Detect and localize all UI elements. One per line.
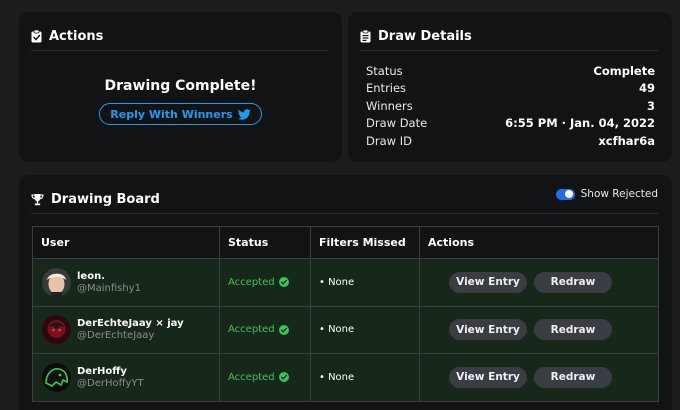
- user-cell: leon. @Mainfishy1: [33, 259, 220, 306]
- actions-card-title: Actions: [49, 29, 104, 44]
- drawing-complete-section: Drawing Complete! Reply With Winners: [19, 78, 342, 125]
- detail-value: 6:55 PM · Jan. 04, 2022: [505, 116, 655, 131]
- reply-with-winners-button[interactable]: Reply With Winners: [99, 103, 262, 125]
- column-header-status: Status: [220, 227, 311, 258]
- view-entry-button[interactable]: View Entry: [449, 319, 527, 341]
- filters-missed-text: • None: [319, 371, 355, 383]
- filters-missed-text: • None: [319, 324, 355, 336]
- redraw-button[interactable]: Redraw: [534, 271, 612, 293]
- detail-label: Entries: [366, 81, 407, 96]
- actions-cell: View Entry Redraw: [420, 354, 658, 401]
- user-handle: @Mainfishy1: [77, 282, 141, 294]
- detail-label: Status: [366, 63, 403, 78]
- filters-missed-text: • None: [319, 276, 355, 288]
- view-entry-button[interactable]: View Entry: [449, 271, 527, 293]
- status-badge: Accepted: [228, 372, 289, 383]
- user-cell: DerEchteJaay × jay @DerEchteJaay: [33, 306, 220, 353]
- entries-table: User Status Filters Missed Actions leon.: [32, 226, 659, 402]
- clipboard-list-icon: [360, 30, 371, 43]
- table-row: DerHoffy @DerHoffyYT Accepted • None Vie…: [33, 354, 658, 402]
- detail-value: Complete: [593, 63, 655, 78]
- table-row: DerEchteJaay × jay @DerEchteJaay Accepte…: [33, 306, 658, 354]
- user-text: DerHoffy @DerHoffyYT: [77, 366, 144, 389]
- detail-row-status: Status Complete: [366, 62, 655, 80]
- check-circle-icon: [278, 277, 289, 288]
- redraw-button[interactable]: Redraw: [534, 319, 612, 341]
- check-circle-icon: [278, 324, 289, 335]
- actions-cell: View Entry Redraw: [420, 259, 658, 306]
- drawing-complete-text: Drawing Complete!: [104, 78, 257, 94]
- filters-cell: • None: [311, 259, 420, 306]
- light-hair-avatar: [42, 267, 71, 297]
- filters-cell: • None: [311, 354, 420, 401]
- draw-details-list: Status Complete Entries 49 Winners 3 Dra…: [366, 62, 655, 150]
- status-cell: Accepted: [220, 354, 311, 401]
- column-header-filters-missed: Filters Missed: [311, 227, 420, 258]
- twitter-bird-icon: [237, 108, 251, 120]
- view-entry-button[interactable]: View Entry: [449, 366, 527, 388]
- status-text: Accepted: [228, 371, 275, 383]
- user-handle: @DerHoffyYT: [77, 377, 144, 389]
- status-text: Accepted: [228, 324, 275, 336]
- table-header-row: User Status Filters Missed Actions: [33, 227, 658, 259]
- draw-details-header: Draw Details: [360, 23, 658, 51]
- draw-details-card: Draw Details Status Complete Entries 49 …: [348, 12, 672, 162]
- table-row: leon. @Mainfishy1 Accepted • None View E…: [33, 259, 658, 307]
- detail-row-draw-date: Draw Date 6:55 PM · Jan. 04, 2022: [366, 115, 655, 133]
- show-rejected-label: Show Rejected: [580, 188, 658, 200]
- status-cell: Accepted: [220, 306, 311, 353]
- status-text: Accepted: [228, 276, 275, 288]
- drawing-board-title: Drawing Board: [51, 192, 160, 207]
- user-text: DerEchteJaay × jay @DerEchteJaay: [77, 318, 184, 341]
- detail-row-draw-id: Draw ID xcfhar6a: [366, 132, 655, 150]
- red-dark-avatar: [42, 315, 71, 345]
- actions-card-header: Actions: [31, 23, 328, 51]
- detail-row-entries: Entries 49: [366, 80, 655, 98]
- user-name: leon.: [77, 270, 105, 282]
- status-cell: Accepted: [220, 259, 311, 306]
- redraw-button[interactable]: Redraw: [534, 366, 612, 388]
- column-header-actions: Actions: [428, 236, 474, 249]
- detail-value: 49: [638, 81, 655, 96]
- user-text: leon. @Mainfishy1: [77, 271, 141, 294]
- detail-label: Draw Date: [366, 116, 428, 131]
- actions-cell: View Entry Redraw: [420, 307, 658, 354]
- user-handle: @DerEchteJaay: [77, 330, 155, 342]
- reply-with-winners-label: Reply With Winners: [110, 107, 233, 121]
- user-name: DerHoffy: [77, 365, 127, 377]
- user-cell: DerHoffy @DerHoffyYT: [33, 354, 220, 401]
- clipboard-check-icon: [31, 30, 42, 43]
- show-rejected-toggle[interactable]: [555, 188, 575, 200]
- drawing-board-card: Drawing Board Show Rejected User Status …: [19, 175, 672, 410]
- actions-card: Actions Drawing Complete! Reply With Win…: [19, 12, 342, 162]
- detail-label: Draw ID: [366, 133, 412, 148]
- status-badge: Accepted: [228, 324, 289, 335]
- show-rejected-toggle-group: Show Rejected: [555, 188, 658, 200]
- draw-details-title: Draw Details: [378, 29, 472, 44]
- detail-value: 3: [646, 98, 655, 113]
- detail-row-winners: Winners 3: [366, 97, 655, 115]
- filters-cell: • None: [311, 306, 420, 353]
- user-name: DerEchteJaay × jay: [77, 318, 184, 330]
- detail-value: xcfhar6a: [598, 133, 655, 148]
- trophy-icon: [31, 193, 44, 206]
- status-badge: Accepted: [228, 277, 289, 288]
- check-circle-icon: [278, 372, 289, 383]
- green-panther-avatar: [42, 362, 71, 392]
- column-header-user: User: [33, 227, 220, 258]
- detail-label: Winners: [366, 98, 413, 113]
